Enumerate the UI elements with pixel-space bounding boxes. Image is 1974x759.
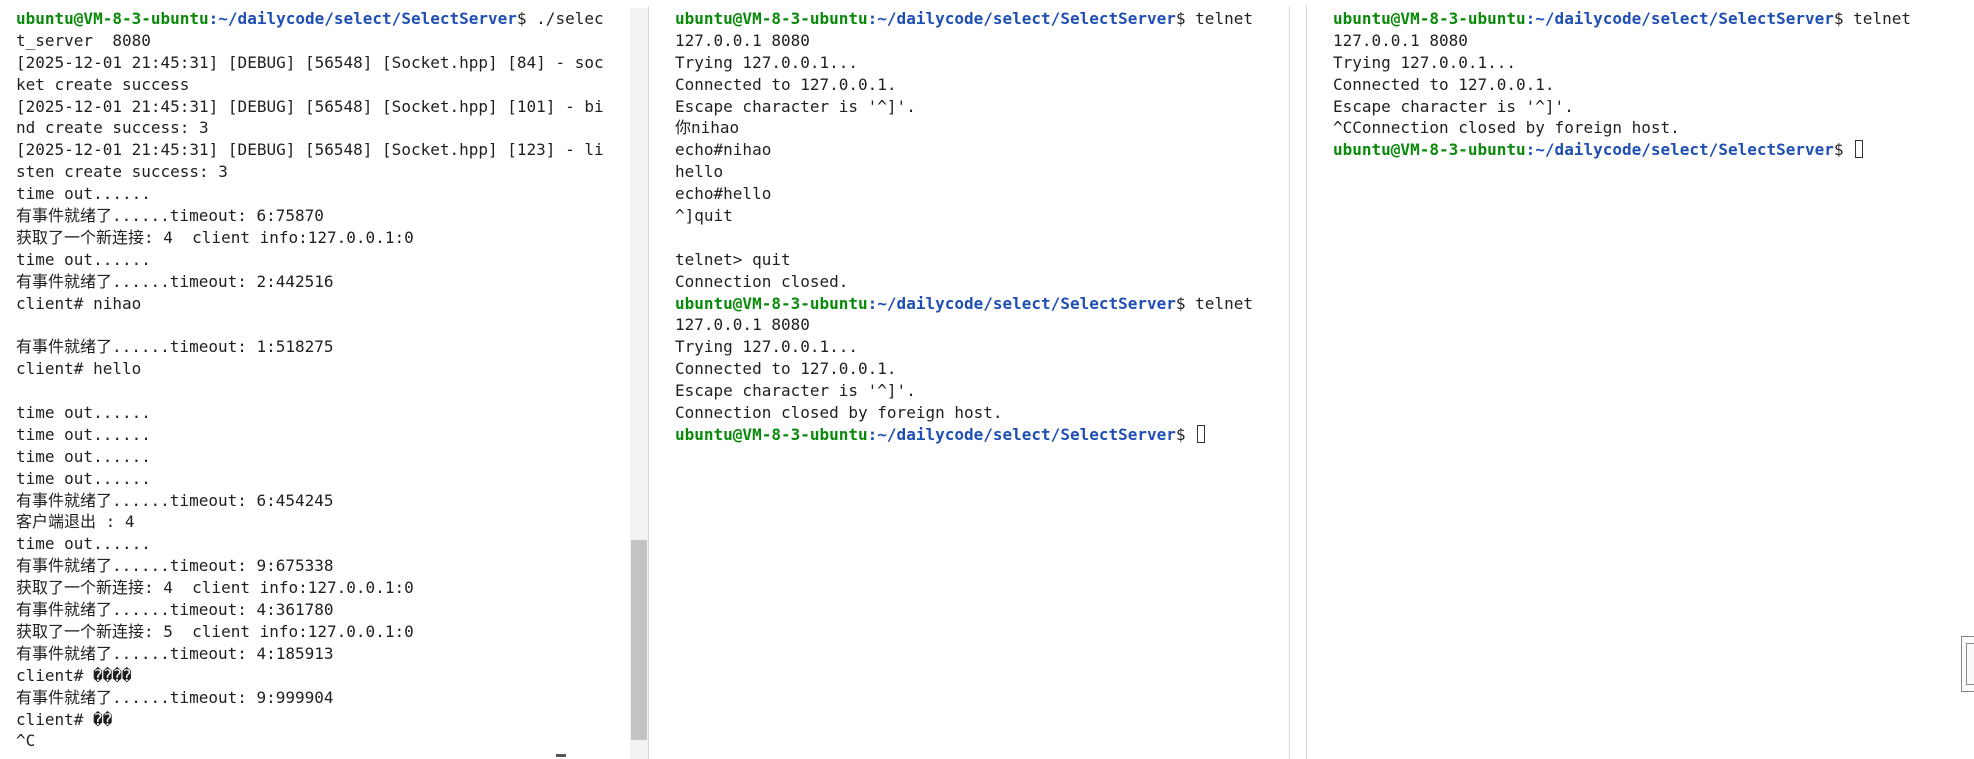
prompt-user: ubuntu@VM-8-3-ubuntu bbox=[1333, 9, 1526, 28]
output-line: telnet> quit bbox=[675, 249, 791, 269]
output-line: 获取了一个新连接: 5 client info:127.0.0.1:0 bbox=[16, 621, 414, 641]
output-line: Connected to 127.0.0.1. bbox=[675, 359, 897, 379]
output-line: Connected to 127.0.0.1. bbox=[675, 74, 897, 94]
output-line: 你nihao bbox=[675, 118, 740, 138]
prompt-path: :~/dailycode/select/SelectServer bbox=[208, 9, 517, 28]
output-line: Escape character is '^]'. bbox=[675, 381, 916, 401]
output-line: 有事件就绪了......timeout: 2:442516 bbox=[16, 271, 334, 291]
scrollbar-thumb[interactable] bbox=[631, 540, 647, 740]
terminal-pane-server[interactable]: ubuntu@VM-8-3-ubuntu:~/dailycode/select/… bbox=[0, 0, 630, 759]
output-line: 127.0.0.1 8080 bbox=[675, 30, 810, 50]
output-line: 127.0.0.1 8080 bbox=[675, 315, 810, 335]
terminal-cursor[interactable] bbox=[1197, 424, 1206, 443]
output-line: ^C bbox=[16, 731, 36, 751]
terminal-pane-client-1[interactable]: ubuntu@VM-8-3-ubuntu:~/dailycode/select/… bbox=[649, 0, 1289, 759]
output-line: 获取了一个新连接: 4 client info:127.0.0.1:0 bbox=[16, 227, 414, 247]
output-line: [2025-12-01 21:45:31] [DEBUG] [56548] [S… bbox=[16, 140, 604, 160]
output-line: sten create success: 3 bbox=[16, 162, 228, 182]
prompt-path: :~/dailycode/select/SelectServer bbox=[867, 293, 1176, 313]
output-line: client# nihao bbox=[16, 293, 142, 313]
output-line: echo#hello bbox=[675, 184, 772, 204]
prompt-line: ubuntu@VM-8-3-ubuntu:~/dailycode/select/… bbox=[1333, 139, 1911, 161]
prompt-path: :~/dailycode/select/SelectServer bbox=[867, 424, 1176, 444]
prompt-user: ubuntu@VM-8-3-ubuntu bbox=[16, 9, 209, 28]
cursor-mark bbox=[556, 754, 566, 757]
terminal-output-client-1: ubuntu@VM-8-3-ubuntu:~/dailycode/select/… bbox=[675, 8, 1253, 446]
prompt-user: ubuntu@VM-8-3-ubuntu bbox=[675, 424, 868, 444]
output-line: Connection closed by foreign host. bbox=[675, 403, 1003, 423]
output-line: Trying 127.0.0.1... bbox=[1333, 52, 1517, 72]
output-line: time out...... bbox=[16, 403, 151, 423]
output-line: hello bbox=[675, 162, 724, 182]
prompt-line: ubuntu@VM-8-3-ubuntu:~/dailycode/select/… bbox=[16, 8, 604, 30]
output-line: 获取了一个新连接: 4 client info:127.0.0.1:0 bbox=[16, 578, 414, 598]
prompt-command: $ telnet bbox=[1175, 9, 1253, 28]
output-line: time out...... bbox=[16, 446, 151, 466]
output-line: time out...... bbox=[16, 249, 151, 269]
terminal-screen: ubuntu@VM-8-3-ubuntu:~/dailycode/select/… bbox=[0, 0, 1974, 759]
prompt-line: ubuntu@VM-8-3-ubuntu:~/dailycode/select/… bbox=[675, 424, 1253, 446]
output-line: time out...... bbox=[16, 184, 151, 204]
pane-divider[interactable] bbox=[1289, 6, 1290, 759]
terminal-cursor[interactable] bbox=[1855, 140, 1864, 159]
output-line: Escape character is '^]'. bbox=[1333, 96, 1574, 116]
output-line: 127.0.0.1 8080 bbox=[1333, 30, 1468, 50]
prompt-command: $ ./selec bbox=[516, 9, 604, 28]
prompt-line: ubuntu@VM-8-3-ubuntu:~/dailycode/select/… bbox=[675, 8, 1253, 30]
output-line: 有事件就绪了......timeout: 4:185913 bbox=[16, 643, 334, 663]
prompt-path: :~/dailycode/select/SelectServer bbox=[867, 9, 1176, 28]
prompt-line: ubuntu@VM-8-3-ubuntu:~/dailycode/select/… bbox=[675, 293, 1253, 315]
output-line: Escape character is '^]'. bbox=[675, 96, 916, 116]
output-line: t_server 8080 bbox=[16, 30, 151, 50]
prompt-command: $ telnet bbox=[1175, 293, 1253, 313]
output-line: client# hello bbox=[16, 359, 142, 379]
terminal-output-client-2: ubuntu@VM-8-3-ubuntu:~/dailycode/select/… bbox=[1333, 8, 1911, 161]
output-line: client# ���� bbox=[16, 665, 132, 685]
output-line: time out...... bbox=[16, 534, 151, 554]
output-line: Connection closed. bbox=[675, 271, 849, 291]
prompt-command: $ bbox=[1833, 140, 1854, 160]
output-line: 有事件就绪了......timeout: 9:999904 bbox=[16, 687, 334, 707]
output-line: Trying 127.0.0.1... bbox=[675, 337, 859, 357]
terminal-output-server: ubuntu@VM-8-3-ubuntu:~/dailycode/select/… bbox=[16, 8, 604, 752]
prompt-path: :~/dailycode/select/SelectServer bbox=[1525, 9, 1834, 28]
output-line: ket create success bbox=[16, 74, 190, 94]
output-line: Connected to 127.0.0.1. bbox=[1333, 74, 1555, 94]
output-line: echo#nihao bbox=[675, 140, 772, 160]
output-line: time out...... bbox=[16, 468, 151, 488]
window-edge-widget-icon[interactable] bbox=[1961, 636, 1974, 692]
output-line: 有事件就绪了......timeout: 1:518275 bbox=[16, 337, 334, 357]
prompt-user: ubuntu@VM-8-3-ubuntu bbox=[675, 293, 868, 313]
output-line: [2025-12-01 21:45:31] [DEBUG] [56548] [S… bbox=[16, 96, 604, 116]
output-line: client# �� bbox=[16, 709, 113, 729]
output-line: nd create success: 3 bbox=[16, 118, 209, 138]
output-line: 有事件就绪了......timeout: 6:454245 bbox=[16, 490, 334, 510]
output-line: 有事件就绪了......timeout: 9:675338 bbox=[16, 556, 334, 576]
output-line: 客户端退出 : 4 bbox=[16, 512, 135, 532]
output-line: 有事件就绪了......timeout: 4:361780 bbox=[16, 600, 334, 620]
output-line: 有事件就绪了......timeout: 6:75870 bbox=[16, 206, 324, 226]
output-line: [2025-12-01 21:45:31] [DEBUG] [56548] [S… bbox=[16, 52, 604, 72]
prompt-line: ubuntu@VM-8-3-ubuntu:~/dailycode/select/… bbox=[1333, 8, 1911, 30]
server-pane-scrollbar[interactable] bbox=[630, 8, 648, 759]
prompt-user: ubuntu@VM-8-3-ubuntu bbox=[1333, 140, 1526, 160]
prompt-path: :~/dailycode/select/SelectServer bbox=[1525, 140, 1834, 160]
output-line: ^CConnection closed by foreign host. bbox=[1333, 118, 1680, 138]
prompt-user: ubuntu@VM-8-3-ubuntu bbox=[675, 9, 868, 28]
prompt-command: $ bbox=[1175, 424, 1196, 444]
output-line: Trying 127.0.0.1... bbox=[675, 52, 859, 72]
output-line: ^]quit bbox=[675, 206, 733, 226]
output-line: time out...... bbox=[16, 424, 151, 444]
terminal-pane-client-2[interactable]: ubuntu@VM-8-3-ubuntu:~/dailycode/select/… bbox=[1307, 0, 1957, 759]
prompt-command: $ telnet bbox=[1833, 9, 1911, 28]
